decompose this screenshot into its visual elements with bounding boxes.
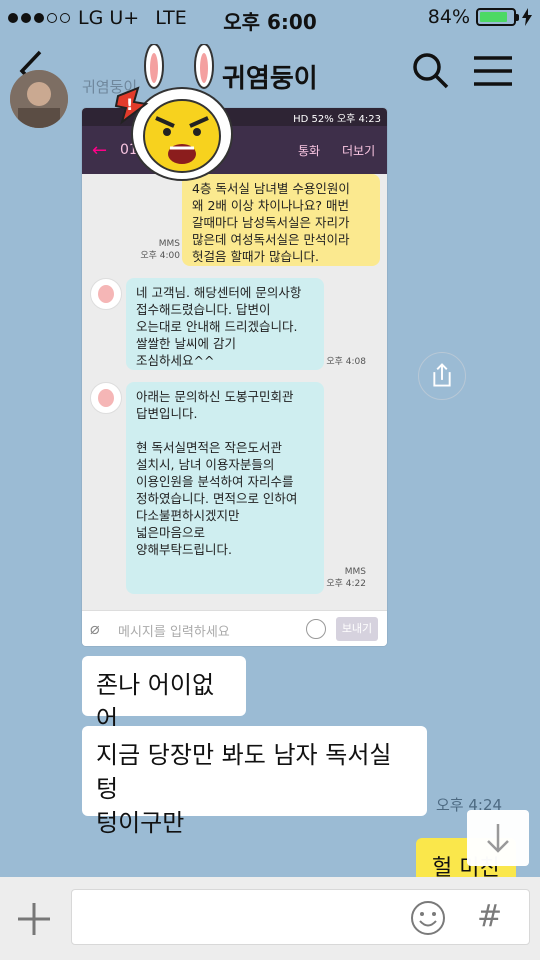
embedded-message-1: 4층 독서실 남녀별 수용인원이 왜 2배 이상 차이나나요? 매번 갈때마다 … <box>182 174 380 266</box>
scroll-down-button[interactable] <box>467 810 529 866</box>
charging-icon <box>522 8 532 26</box>
embedded-avatar <box>90 278 122 310</box>
embedded-message-3-time: 오후 4:22 <box>326 579 366 589</box>
embedded-message-1-type: MMS <box>158 239 180 249</box>
embedded-messages: 4층 독서실 남녀별 수용인원이 왜 2배 이상 차이나나요? 매번 갈때마다 … <box>82 174 387 612</box>
status-bar: LG U+ LTE 오후 6:00 84% <box>0 0 540 36</box>
embedded-send-button: 보내기 <box>336 617 378 641</box>
svg-text:!: ! <box>126 95 133 114</box>
share-icon[interactable] <box>418 352 466 400</box>
embedded-status-text: HD 52% 오후 4:23 <box>293 113 381 125</box>
hash-icon[interactable]: # <box>477 899 502 934</box>
plus-icon[interactable] <box>14 899 54 939</box>
menu-icon[interactable] <box>472 54 514 88</box>
embedded-message-2: 네 고객님. 해당센터에 문의사항 접수해드렸습니다. 답변이 오는대로 안내해… <box>126 278 324 370</box>
message-input[interactable] <box>71 889 530 945</box>
embedded-input-placeholder: 메시지를 입력하세요 <box>118 625 230 640</box>
embedded-message-3: 아래는 문의하신 도봉구민회관 답변입니다. 현 독서실면적은 작은도서관 설치… <box>126 382 324 594</box>
embedded-message-1-time: 오후 4:00 <box>140 251 180 261</box>
embedded-message-2-time: 오후 4:08 <box>326 357 366 367</box>
chat-message[interactable]: 지금 당장만 봐도 남자 독서실 텅 텅이구만 <box>82 726 427 837</box>
embedded-message-3-type: MMS <box>344 567 366 577</box>
embedded-avatar <box>90 382 122 414</box>
battery-icon <box>476 8 519 26</box>
emoji-icon[interactable] <box>410 900 446 936</box>
chat-message[interactable]: 존나 어이없어 <box>82 656 246 733</box>
embedded-message-1-meta: MMS 오후 4:00 <box>140 238 180 262</box>
embedded-back-icon: ← <box>92 140 108 161</box>
avatar[interactable] <box>10 70 68 128</box>
embedded-call-label: 통화 <box>298 144 321 158</box>
chat-header: 귀염둥이 <box>0 36 540 108</box>
shared-screenshot-image[interactable]: HD 52% 오후 4:23 ← 010- 통화 더보기 4층 독서실 남녀별 … <box>82 108 387 646</box>
battery-percent: 84% <box>427 6 470 28</box>
embedded-paperclip-icon: ⌀ <box>90 619 100 638</box>
search-icon[interactable] <box>410 50 450 90</box>
embedded-emoji-icon <box>306 619 326 639</box>
angry-rabbit-sticker-icon: ! <box>114 44 233 181</box>
embedded-input-bar: ⌀ 메시지를 입력하세요 보내기 <box>82 610 387 646</box>
embedded-more-label: 더보기 <box>342 144 376 158</box>
composer-bar: # <box>0 877 540 960</box>
embedded-message-3-meta: MMS 오후 4:22 <box>326 566 366 590</box>
status-right: 84% <box>428 6 532 28</box>
